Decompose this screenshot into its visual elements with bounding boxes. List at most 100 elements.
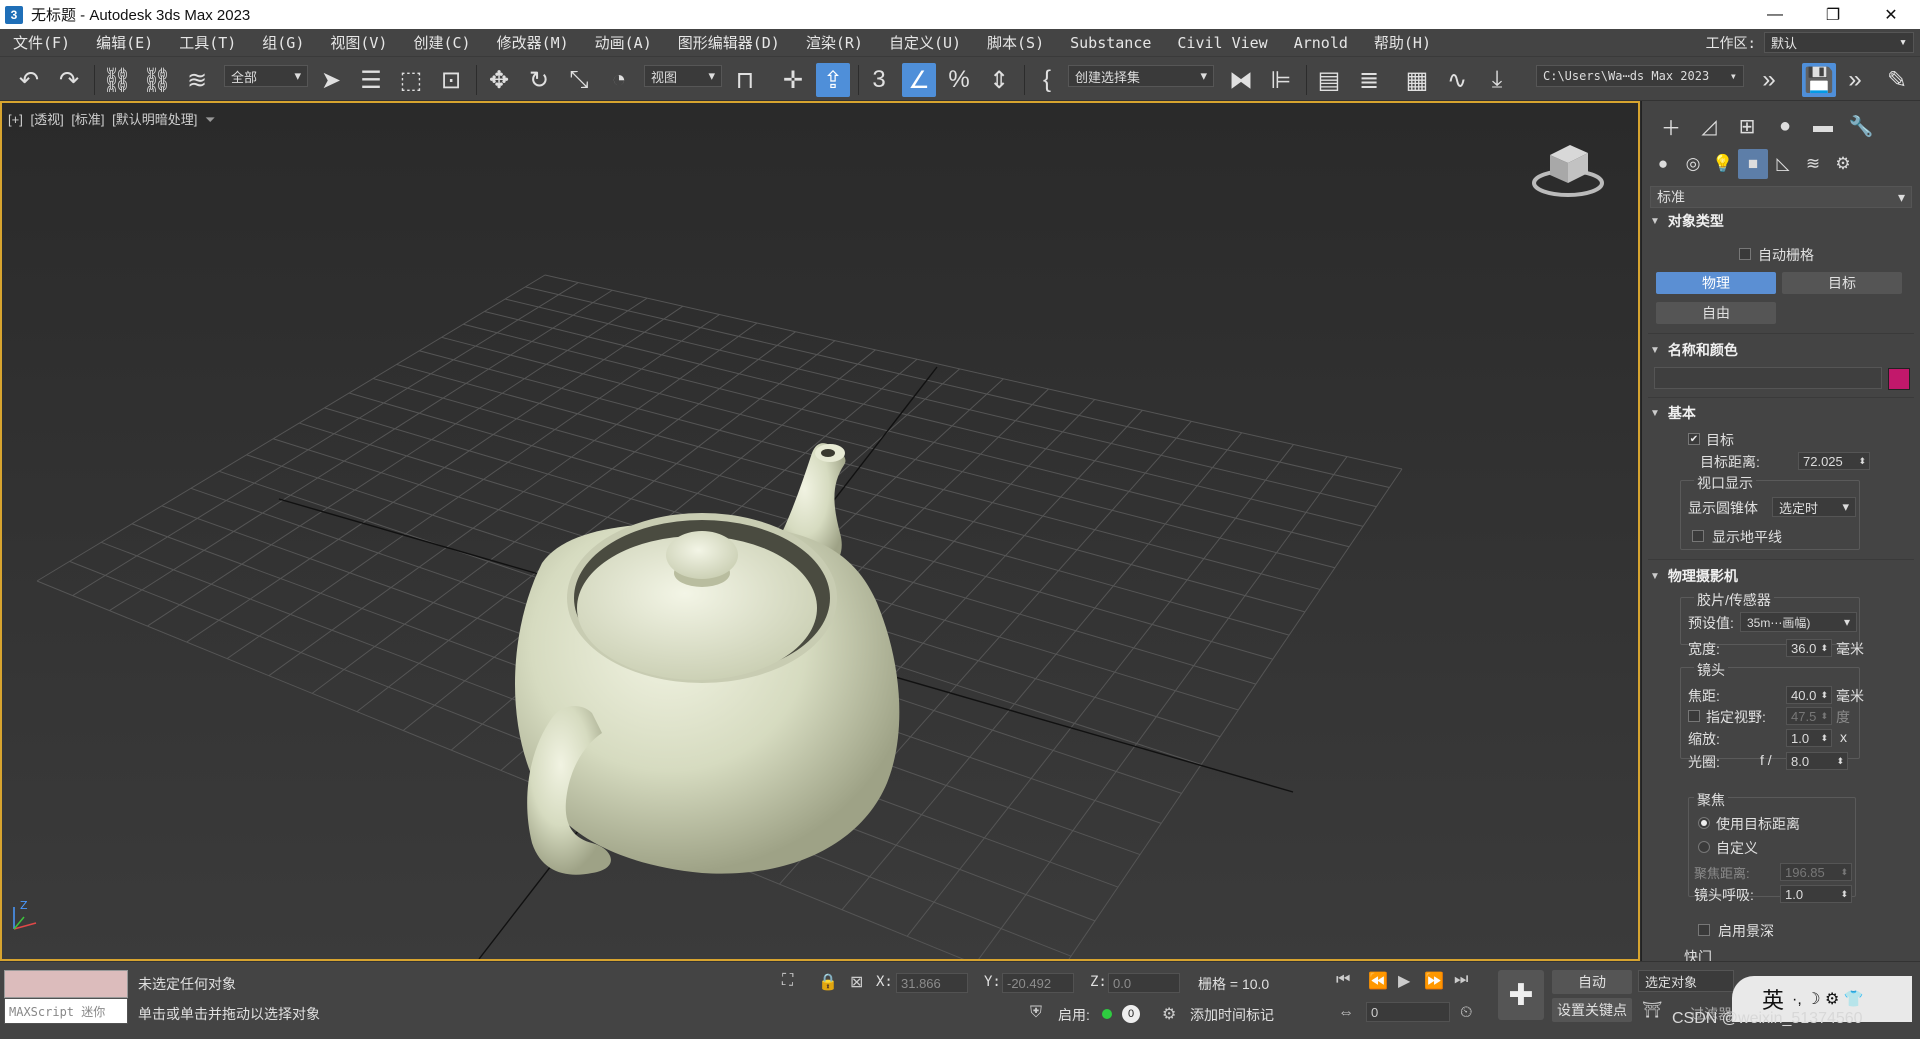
menu-group[interactable]: 组(G): [249, 32, 317, 53]
window-crossing-icon[interactable]: ⊡: [434, 63, 468, 97]
menu-graph-editors[interactable]: 图形编辑器(D): [665, 32, 793, 53]
menu-tools[interactable]: 工具(T): [166, 32, 249, 53]
menu-view[interactable]: 视图(V): [317, 32, 400, 53]
enable-dof-checkbox[interactable]: [1698, 924, 1710, 936]
modify-tab-icon[interactable]: ◿: [1690, 111, 1728, 141]
set-key-button[interactable]: 设置关键点: [1552, 998, 1632, 1022]
selection-filter-dropdown[interactable]: 全部 ▾: [224, 65, 308, 87]
bind-space-warp-icon[interactable]: ≋: [180, 63, 214, 97]
time-configuration-icon[interactable]: ⏲: [1460, 1004, 1472, 1022]
menu-help[interactable]: 帮助(H): [1361, 32, 1444, 53]
key-filter-selection-dropdown[interactable]: 选定对象: [1638, 970, 1734, 992]
teapot-object[interactable]: [515, 443, 900, 875]
percent-snap-icon[interactable]: %: [942, 63, 976, 97]
unlink-icon[interactable]: ⛓: [140, 63, 174, 97]
cameras-icon[interactable]: ■: [1738, 149, 1768, 179]
shapes-icon[interactable]: ◎: [1678, 149, 1708, 179]
menu-scripting[interactable]: 脚本(S): [974, 32, 1057, 53]
aperture-spinner[interactable]: 8.0 ⬍: [1786, 752, 1848, 770]
rollout-object-type[interactable]: ▼ 对象类型: [1650, 211, 1724, 231]
schematic-view-icon[interactable]: ⤓: [1480, 63, 1514, 97]
absolute-mode-icon[interactable]: ⊠: [850, 972, 863, 992]
render-setup-icon[interactable]: ✎: [1880, 63, 1914, 97]
layer-explorer-icon[interactable]: ≣: [1352, 63, 1386, 97]
menu-arnold[interactable]: Arnold: [1281, 34, 1361, 52]
previous-frame-icon[interactable]: ⏪: [1368, 971, 1388, 991]
motion-tab-icon[interactable]: ●: [1766, 111, 1804, 141]
spinner-arrows-icon[interactable]: ⬍: [1858, 456, 1866, 467]
spinner-arrows-icon[interactable]: ⬍: [1840, 867, 1848, 878]
spinner-snap-icon[interactable]: ⇕: [982, 63, 1016, 97]
close-button[interactable]: ✕: [1862, 0, 1920, 29]
specify-fov-checkbox[interactable]: [1688, 710, 1700, 722]
time-tag-icon[interactable]: ⚙: [1162, 1004, 1176, 1024]
rollout-basic[interactable]: ▼ 基本: [1650, 403, 1696, 423]
target-distance-spinner[interactable]: 72.025 ⬍: [1798, 452, 1870, 470]
adaptive-degradation-icon[interactable]: ⛨: [1030, 1004, 1042, 1022]
utilities-tab-icon[interactable]: 🔧: [1842, 111, 1880, 141]
menu-animation[interactable]: 动画(A): [582, 32, 665, 53]
object-color-swatch[interactable]: [1888, 368, 1910, 390]
goto-start-icon[interactable]: ⏮: [1336, 971, 1350, 989]
place-icon[interactable]: ◔: [602, 63, 636, 97]
set-keys-icon[interactable]: ✚: [1498, 970, 1544, 1020]
menu-modifiers[interactable]: 修改器(M): [484, 32, 582, 53]
rectangular-selection-icon[interactable]: ⬚: [394, 63, 428, 97]
menu-substance[interactable]: Substance: [1057, 34, 1164, 52]
menu-civil-view[interactable]: Civil View: [1164, 34, 1280, 52]
curve-editor-icon[interactable]: ∿: [1440, 63, 1474, 97]
scene-explorer-icon[interactable]: ▤: [1312, 63, 1346, 97]
viewcube-icon[interactable]: [1528, 131, 1608, 201]
menu-edit[interactable]: 编辑(E): [83, 32, 166, 53]
spinner-arrows-icon[interactable]: ⬍: [1820, 733, 1828, 744]
minimize-button[interactable]: —: [1746, 0, 1804, 29]
lights-icon[interactable]: 💡: [1708, 149, 1738, 179]
lock-icon[interactable]: 🔒: [818, 972, 838, 992]
select-manipulate-icon[interactable]: ✛: [776, 63, 810, 97]
reference-coordinate-dropdown[interactable]: 视图 ▾: [644, 65, 722, 87]
lens-breathing-spinner[interactable]: 1.0 ⬍: [1780, 885, 1852, 903]
key-mode-toggle-icon[interactable]: ⇔: [1338, 1004, 1354, 1022]
ribbon-toggle-icon[interactable]: ▦: [1400, 63, 1434, 97]
ime-punct-icon[interactable]: ·, ☽ ⚙ 👕: [1792, 989, 1864, 1009]
fov-spinner[interactable]: 47.5 ⬍: [1786, 707, 1832, 725]
auto-key-button[interactable]: 自动: [1552, 970, 1632, 994]
play-icon[interactable]: ▶: [1398, 971, 1410, 991]
pivot-center-icon[interactable]: ⊓: [728, 63, 762, 97]
object-name-field[interactable]: [1654, 367, 1882, 389]
snaps-toggle-icon[interactable]: 3: [862, 63, 896, 97]
geometry-icon[interactable]: ●: [1648, 149, 1678, 179]
rotate-icon[interactable]: ↻: [522, 63, 556, 97]
spinner-arrows-icon[interactable]: ⬍: [1820, 643, 1828, 654]
width-spinner[interactable]: 36.0 ⬍: [1786, 639, 1832, 657]
spinner-arrows-icon[interactable]: ⬍: [1840, 889, 1848, 900]
align-icon[interactable]: ⊫: [1264, 63, 1298, 97]
free-camera-button[interactable]: 自由: [1656, 302, 1776, 324]
isolate-selection-icon[interactable]: ⛶: [782, 972, 793, 990]
expand-toolbar-icon[interactable]: »: [1752, 63, 1786, 97]
menu-create[interactable]: 创建(C): [400, 32, 483, 53]
show-horizon-checkbox[interactable]: [1692, 530, 1704, 542]
helpers-icon[interactable]: ◺: [1768, 149, 1798, 179]
undo-icon[interactable]: ↶: [12, 63, 46, 97]
spinner-arrows-icon[interactable]: ⬍: [1820, 711, 1828, 722]
link-icon[interactable]: ⛓: [100, 63, 134, 97]
rollout-physical-camera[interactable]: ▼ 物理摄影机: [1650, 566, 1738, 586]
target-camera-button[interactable]: 目标: [1782, 272, 1902, 294]
custom-focus-radio[interactable]: [1698, 841, 1710, 853]
named-selection-dropdown[interactable]: 创建选择集 ▾: [1068, 65, 1214, 87]
physical-camera-button[interactable]: 物理: [1656, 272, 1776, 294]
display-tab-icon[interactable]: ▬: [1804, 111, 1842, 141]
menu-customize[interactable]: 自定义(U): [876, 32, 974, 53]
redo-icon[interactable]: ↷: [52, 63, 86, 97]
focal-length-spinner[interactable]: 40.0 ⬍: [1786, 686, 1832, 704]
project-path-dropdown[interactable]: C:\Users\Wa⋯ds Max 2023 ▾: [1536, 65, 1744, 87]
target-checkbox[interactable]: ✔: [1688, 433, 1700, 445]
spinner-arrows-icon[interactable]: ⬍: [1820, 690, 1828, 701]
menu-rendering[interactable]: 渲染(R): [793, 32, 876, 53]
create-tab-icon[interactable]: ＋: [1652, 111, 1690, 141]
focus-distance-spinner[interactable]: 196.85 ⬍: [1780, 863, 1852, 881]
z-coordinate-field[interactable]: 0.0: [1108, 973, 1180, 993]
zoom-spinner[interactable]: 1.0 ⬍: [1786, 729, 1832, 747]
edit-named-selection-icon[interactable]: {: [1030, 63, 1064, 97]
